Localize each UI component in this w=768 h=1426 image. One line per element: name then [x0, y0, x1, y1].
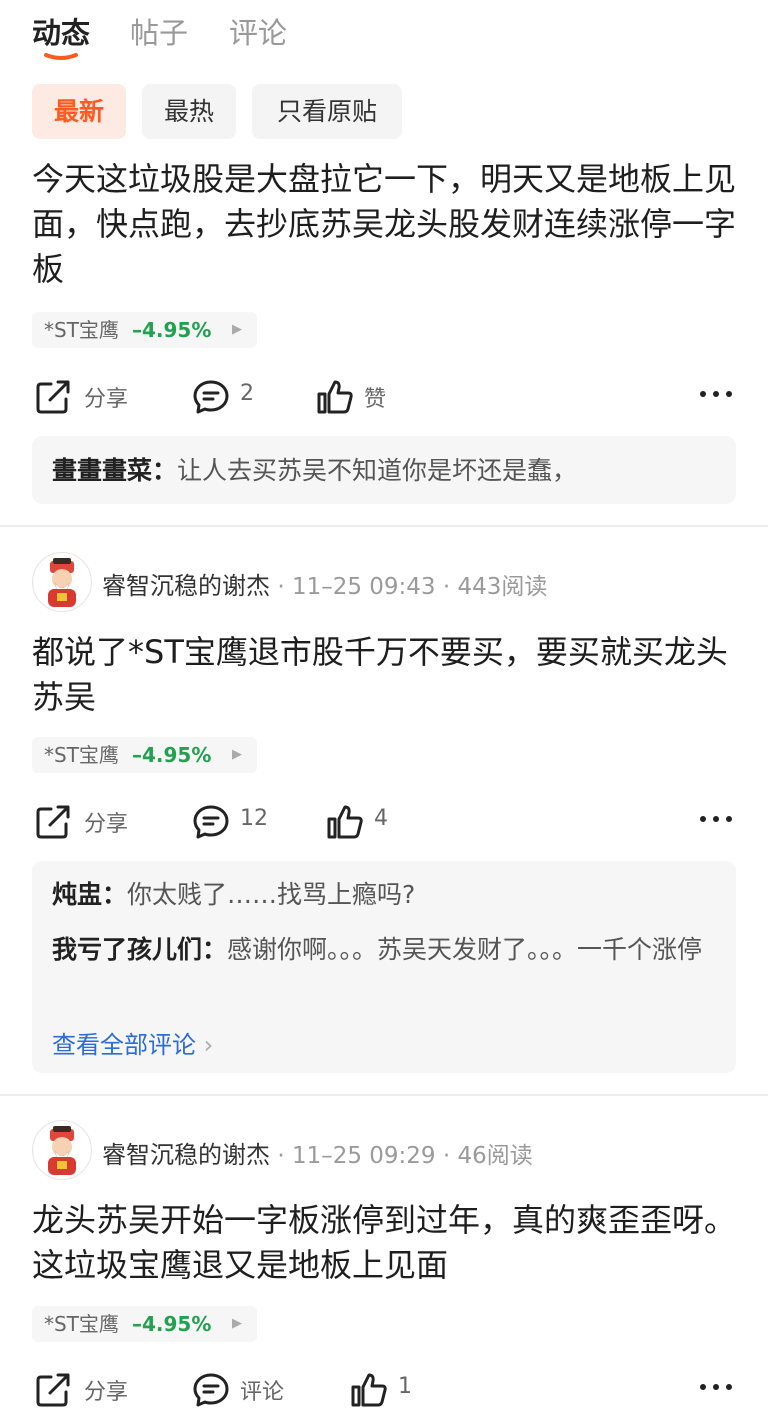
post-text[interactable]: 龙头苏吴开始一字板涨停到过年，真的爽歪歪呀。这垃圾宝鹰退又是地板上见面	[32, 1198, 744, 1288]
post-meta: 睿智沉稳的谢杰 · 11–25 09:29 · 46阅读	[102, 1135, 533, 1170]
top-tab-bar: 动态 帖子 评论	[0, 0, 768, 70]
meta-dot: ·	[277, 1143, 285, 1169]
meta-dot: ·	[277, 574, 285, 600]
stock-name: *ST宝鹰	[44, 743, 119, 767]
comment-preview-box[interactable]: 畫畫畫菜：让人去买苏吴不知道你是坏还是蠢，	[32, 436, 736, 504]
post-actions: 分享 2 赞	[0, 375, 768, 419]
comment-icon	[193, 380, 229, 414]
thumbs-up-icon	[317, 380, 353, 414]
comment-text: 你太贱了……找骂上瘾吗?	[127, 880, 416, 909]
chevron-right-icon: ›	[203, 1031, 214, 1059]
tab-comments[interactable]: 评论	[229, 10, 287, 52]
username[interactable]: 睿智沉稳的谢杰	[102, 572, 270, 600]
stock-change: –4.95%	[132, 318, 212, 342]
like-count: 1	[398, 1374, 412, 1399]
view-all-comments-link[interactable]: 查看全部评论 ›	[52, 1025, 213, 1060]
stock-tag[interactable]: *ST宝鹰 –4.95% ▶	[32, 312, 257, 348]
like-button[interactable]: 赞	[316, 375, 396, 419]
comment-author[interactable]: 炖盅	[52, 880, 102, 909]
god-of-wealth-avatar-icon	[48, 558, 76, 607]
comment-button[interactable]: 评论	[192, 1368, 302, 1412]
share-icon	[36, 380, 70, 414]
comment-separator: ：	[202, 935, 228, 964]
tab-dynamic[interactable]: 动态	[32, 10, 90, 52]
triangle-right-icon: ▶	[232, 747, 242, 762]
read-count: 46阅读	[457, 1143, 533, 1169]
thumbs-up-icon	[327, 805, 363, 839]
filter-latest[interactable]: 最新	[32, 84, 126, 139]
comment-preview[interactable]: 我亏了孩儿们：感谢你啊。。。苏吴天发财了。。。一千个涨停	[52, 930, 712, 970]
comment-preview[interactable]: 畫畫畫菜：让人去买苏吴不知道你是坏还是蠢，	[52, 451, 712, 491]
active-tab-indicator	[44, 53, 78, 60]
comment-preview[interactable]: 炖盅：你太贱了……找骂上瘾吗?	[52, 875, 712, 915]
comment-button[interactable]: 2	[192, 375, 262, 419]
stock-change: –4.95%	[132, 743, 212, 767]
stock-name: *ST宝鹰	[44, 1312, 119, 1336]
share-button[interactable]: 分享	[34, 375, 134, 419]
post-text[interactable]: 今天这垃圾股是大盘拉它一下，明天又是地板上见面，快点跑，去抄底苏吴龙头股发财连续…	[32, 157, 744, 292]
stock-tag[interactable]: *ST宝鹰 –4.95% ▶	[32, 1306, 257, 1342]
more-options-icon[interactable]	[698, 379, 734, 409]
share-label: 分享	[84, 387, 129, 412]
comment-preview-box[interactable]: 炖盅：你太贱了……找骂上瘾吗? 我亏了孩儿们：感谢你啊。。。苏吴天发财了。。。一…	[32, 861, 736, 1073]
share-icon	[36, 805, 70, 839]
share-label: 分享	[84, 1380, 129, 1405]
comment-text: 感谢你啊。。。苏吴天发财了。。。一千个涨停	[227, 935, 703, 964]
filter-hot[interactable]: 最热	[142, 84, 236, 139]
more-options-icon[interactable]	[698, 804, 734, 834]
comment-separator: ：	[152, 456, 178, 485]
post-actions: 分享 评论 1	[0, 1368, 768, 1412]
post-divider	[0, 525, 768, 527]
comment-count: 12	[240, 806, 268, 831]
avatar[interactable]	[32, 1120, 92, 1180]
stock-name: *ST宝鹰	[44, 318, 119, 342]
share-icon	[36, 1373, 70, 1407]
comment-label: 评论	[240, 1380, 285, 1405]
like-label: 赞	[364, 387, 387, 412]
comment-text: 让人去买苏吴不知道你是坏还是蠢，	[177, 456, 578, 485]
post-time: 11–25 09:29	[291, 1143, 436, 1169]
more-options-icon[interactable]	[698, 1372, 734, 1402]
share-button[interactable]: 分享	[34, 1368, 134, 1412]
comment-separator: ：	[102, 880, 128, 909]
god-of-wealth-avatar-icon	[48, 1126, 76, 1175]
comment-author[interactable]: 我亏了孩儿们	[52, 935, 202, 964]
comment-icon	[193, 805, 229, 839]
stock-tag[interactable]: *ST宝鹰 –4.95% ▶	[32, 737, 257, 773]
post-text[interactable]: 都说了*ST宝鹰退市股千万不要买，要买就买龙头苏吴	[32, 630, 744, 720]
stock-change: –4.95%	[132, 1312, 212, 1336]
comment-button[interactable]: 12	[192, 800, 272, 844]
tab-posts[interactable]: 帖子	[130, 10, 188, 52]
comment-count: 2	[240, 381, 254, 406]
like-button[interactable]: 4	[326, 800, 406, 844]
meta-dot: ·	[442, 1143, 451, 1169]
post-actions: 分享 12 4	[0, 800, 768, 844]
avatar[interactable]	[32, 552, 92, 612]
comment-author[interactable]: 畫畫畫菜	[52, 456, 152, 485]
triangle-right-icon: ▶	[232, 322, 242, 337]
view-all-label: 查看全部评论	[52, 1031, 196, 1059]
like-button[interactable]: 1	[350, 1368, 430, 1412]
triangle-right-icon: ▶	[232, 1316, 242, 1331]
read-count: 443阅读	[457, 574, 548, 600]
share-label: 分享	[84, 812, 129, 837]
post-meta: 睿智沉稳的谢杰 · 11–25 09:43 · 443阅读	[102, 566, 547, 601]
meta-dot: ·	[442, 574, 451, 600]
filter-original-only[interactable]: 只看原贴	[252, 84, 402, 139]
comment-icon	[193, 1373, 229, 1407]
username[interactable]: 睿智沉稳的谢杰	[102, 1141, 270, 1169]
post-time: 11–25 09:43	[291, 574, 436, 600]
thumbs-up-icon	[351, 1373, 387, 1407]
post-divider	[0, 1094, 768, 1096]
share-button[interactable]: 分享	[34, 800, 134, 844]
like-count: 4	[374, 806, 388, 831]
